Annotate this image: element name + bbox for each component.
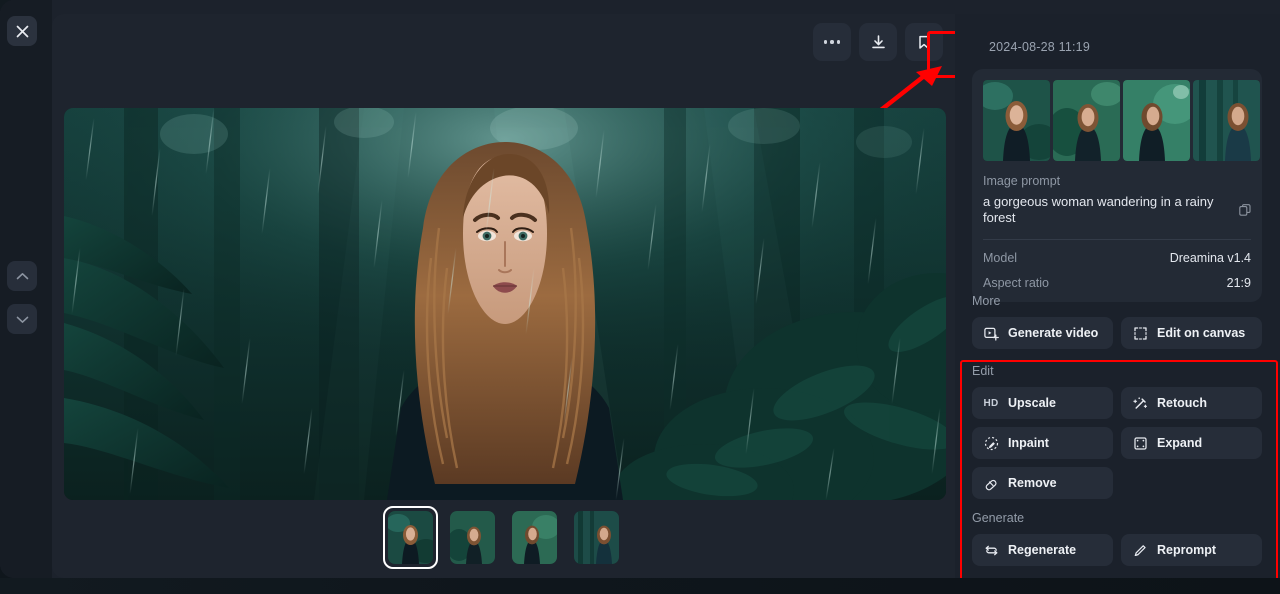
image-prompt-text: a gorgeous woman wandering in a rainy fo… bbox=[983, 194, 1214, 226]
model-label: Model bbox=[983, 250, 1018, 265]
brush-circle-icon bbox=[983, 435, 999, 451]
preview-thumbnails bbox=[983, 80, 1260, 161]
thumbnail-item[interactable] bbox=[383, 506, 438, 569]
section-more: More Generate video Edit on canvas bbox=[972, 294, 1264, 349]
chevron-up-icon bbox=[16, 272, 28, 279]
section-edit: Edit HD Upscale Retouch Inpaint Expand R… bbox=[972, 364, 1264, 499]
bookmark-button[interactable] bbox=[905, 23, 943, 61]
image-detail-modal: 2024-08-28 11:19 Image prompt a gorgeous… bbox=[0, 0, 1280, 578]
image-prompt-row: a gorgeous woman wandering in a rainy fo… bbox=[983, 194, 1251, 227]
hd-icon: HD bbox=[983, 397, 999, 409]
crop-frame-icon bbox=[1132, 325, 1148, 341]
regenerate-label: Regenerate bbox=[1008, 543, 1077, 557]
thumbnail-image-3 bbox=[512, 511, 557, 564]
aspect-ratio-row: Aspect ratio 21:9 bbox=[983, 276, 1251, 290]
section-more-title: More bbox=[972, 294, 1001, 308]
regenerate-button[interactable]: Regenerate bbox=[972, 534, 1113, 566]
generate-video-button[interactable]: Generate video bbox=[972, 317, 1113, 349]
remove-label: Remove bbox=[1008, 476, 1057, 490]
remove-button[interactable]: Remove bbox=[972, 467, 1113, 499]
close-button[interactable] bbox=[7, 16, 37, 46]
expand-label: Expand bbox=[1157, 436, 1203, 450]
section-edit-title: Edit bbox=[972, 364, 994, 378]
thumbnail-image-4 bbox=[574, 511, 619, 564]
eraser-icon bbox=[983, 475, 999, 491]
video-plus-icon bbox=[983, 325, 999, 341]
timestamp: 2024-08-28 11:19 bbox=[989, 40, 1090, 54]
expand-frame-icon bbox=[1132, 435, 1148, 451]
ellipsis-icon bbox=[823, 40, 841, 44]
divider bbox=[983, 238, 1251, 240]
inpaint-button[interactable]: Inpaint bbox=[972, 427, 1113, 459]
bottom-strip bbox=[0, 578, 1280, 594]
close-icon bbox=[16, 25, 28, 37]
thumbnail-strip bbox=[52, 506, 955, 569]
thumbnail-item[interactable] bbox=[445, 506, 500, 569]
thumbnail-item[interactable] bbox=[507, 506, 562, 569]
reprompt-label: Reprompt bbox=[1157, 543, 1217, 557]
chevron-down-icon bbox=[16, 316, 28, 323]
image-prompt-label: Image prompt bbox=[983, 174, 1061, 188]
preview-image-2[interactable] bbox=[1053, 80, 1120, 161]
inpaint-label: Inpaint bbox=[1008, 436, 1049, 450]
copy-icon[interactable] bbox=[1239, 204, 1251, 217]
reprompt-button[interactable]: Reprompt bbox=[1121, 534, 1262, 566]
viewer-toolbar bbox=[813, 23, 943, 61]
edit-on-canvas-label: Edit on canvas bbox=[1157, 326, 1246, 340]
next-image-button[interactable] bbox=[7, 304, 37, 334]
download-button[interactable] bbox=[859, 23, 897, 61]
aspect-ratio-value: 21:9 bbox=[1226, 275, 1251, 290]
prompt-info-card: Image prompt a gorgeous woman wandering … bbox=[972, 69, 1262, 302]
edit-on-canvas-button[interactable]: Edit on canvas bbox=[1121, 317, 1262, 349]
refresh-icon bbox=[983, 542, 999, 558]
model-row: Model Dreamina v1.4 bbox=[983, 251, 1251, 265]
pencil-icon bbox=[1132, 542, 1148, 558]
previous-image-button[interactable] bbox=[7, 261, 37, 291]
download-icon bbox=[871, 34, 885, 48]
retouch-button[interactable]: Retouch bbox=[1121, 387, 1262, 419]
upscale-button[interactable]: HD Upscale bbox=[972, 387, 1113, 419]
preview-image-3[interactable] bbox=[1123, 80, 1190, 161]
image-viewer bbox=[52, 14, 970, 578]
bookmark-icon bbox=[919, 35, 929, 49]
aspect-ratio-label: Aspect ratio bbox=[983, 275, 1050, 290]
left-rail bbox=[0, 0, 52, 578]
more-options-button[interactable] bbox=[813, 23, 851, 61]
preview-image-1[interactable] bbox=[983, 80, 1050, 161]
main-image[interactable] bbox=[64, 108, 946, 500]
thumbnail-image-2 bbox=[450, 511, 495, 564]
thumbnail-image-1 bbox=[388, 511, 433, 564]
generate-video-label: Generate video bbox=[1008, 326, 1099, 340]
section-generate: Generate Regenerate Reprompt bbox=[972, 511, 1264, 566]
expand-button[interactable]: Expand bbox=[1121, 427, 1262, 459]
retouch-label: Retouch bbox=[1157, 396, 1207, 410]
thumbnail-item[interactable] bbox=[569, 506, 624, 569]
model-value: Dreamina v1.4 bbox=[1169, 250, 1251, 265]
upscale-label: Upscale bbox=[1008, 396, 1056, 410]
preview-image-4[interactable] bbox=[1193, 80, 1260, 161]
magic-wand-icon bbox=[1132, 395, 1148, 411]
section-generate-title: Generate bbox=[972, 511, 1025, 525]
